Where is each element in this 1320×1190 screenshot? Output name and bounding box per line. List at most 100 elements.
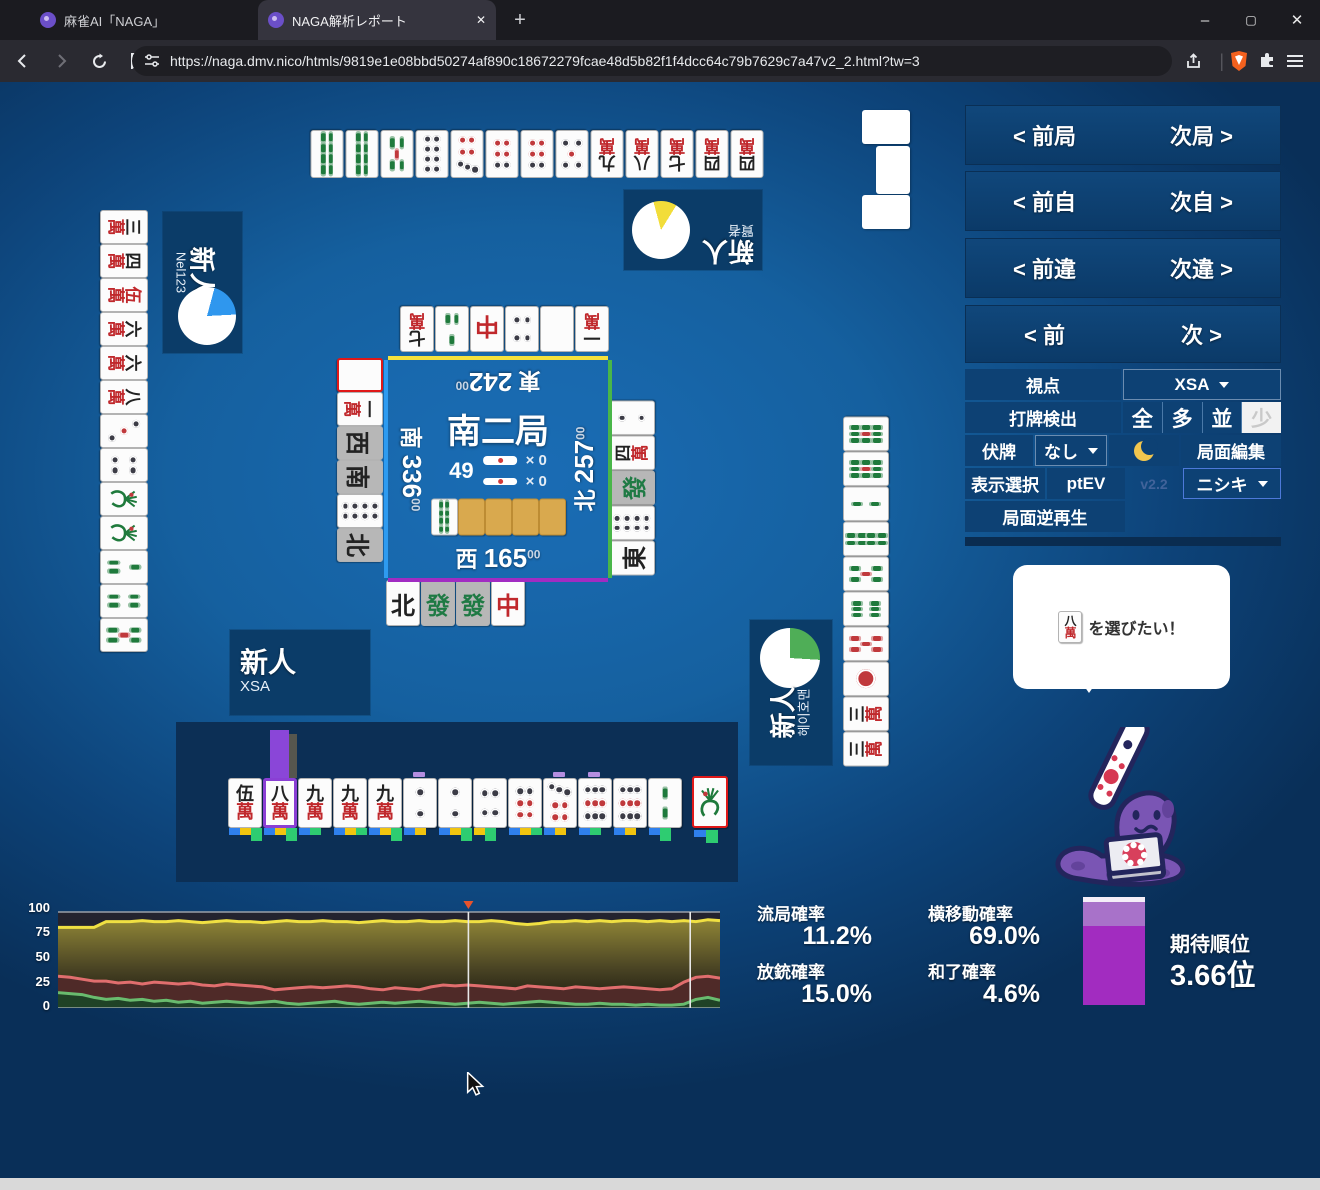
site-settings-icon[interactable] [144, 53, 160, 69]
stat-value: 15.0% [801, 980, 872, 1008]
tile-5m[interactable]: 伍萬 [228, 778, 262, 828]
tab-close-icon[interactable]: ✕ [476, 13, 486, 27]
tab-naga-report[interactable]: NAGA解析レポート ✕ [258, 0, 496, 40]
tile-slot: 四萬 [730, 130, 763, 178]
tile-slot[interactable] [613, 778, 647, 828]
tile-6p[interactable] [508, 778, 542, 828]
kyokumen-edit-button[interactable]: 局面編集 [1181, 435, 1281, 466]
timeline-scrollbar[interactable] [965, 537, 1281, 546]
minimize-button[interactable]: – [1182, 12, 1228, 29]
tile-3m: 三萬 [100, 210, 148, 244]
share-icon[interactable] [1180, 48, 1206, 74]
dahai-option-normal[interactable]: 並 [1201, 402, 1242, 433]
y-tick: 50 [35, 949, 50, 964]
dahai-option-few[interactable]: 少 [1241, 402, 1281, 433]
display-value-button[interactable]: ptEV [1047, 468, 1125, 499]
tile-4p[interactable] [473, 778, 507, 828]
tile-slot[interactable] [438, 778, 472, 828]
nav-row-kyoku: < 前局 次局 > [965, 105, 1281, 165]
new-tab-button[interactable]: + [505, 0, 535, 40]
back-icon[interactable] [10, 48, 36, 74]
tile-9m[interactable]: 九萬 [298, 778, 332, 828]
tile-9m[interactable]: 九萬 [368, 778, 402, 828]
tile-C: 中 [491, 580, 525, 626]
forward-icon[interactable] [48, 48, 74, 74]
prev-kyoku-button[interactable]: < 前局 [966, 119, 1123, 151]
next-jibun-button[interactable]: 次自 > [1123, 185, 1280, 217]
model-select[interactable]: ニシキ [1183, 468, 1281, 499]
tile-slot [538, 498, 566, 535]
dahai-option-all[interactable]: 全 [1123, 402, 1162, 433]
tile-3m: 三萬 [843, 731, 889, 766]
hand-left: 三萬四萬伍萬六萬六萬八萬 [100, 210, 148, 652]
next-kyoku-button[interactable]: 次局 > [1123, 119, 1280, 151]
dahai-option-many[interactable]: 多 [1161, 402, 1202, 433]
tile-slot [505, 306, 539, 352]
tile-9p[interactable] [613, 778, 647, 828]
tile-P [337, 358, 383, 392]
naga-mascot [1050, 715, 1200, 892]
prev-chigai-button[interactable]: < 前違 [966, 252, 1123, 284]
tile-slot[interactable]: 伍萬 [228, 778, 262, 828]
tile-2s[interactable] [648, 778, 682, 828]
prev-jibun-button[interactable]: < 前自 [966, 185, 1123, 217]
replay-button[interactable]: 局面逆再生 [965, 501, 1125, 532]
viewpoint-select[interactable]: XSA [1123, 369, 1281, 400]
tile-3m: 三萬 [843, 696, 889, 731]
tile-score-bar [544, 828, 566, 835]
naga-favicon [40, 12, 56, 28]
tile-slot[interactable] [543, 778, 577, 828]
tile-7p[interactable] [543, 778, 577, 828]
tile-1s[interactable] [692, 776, 728, 828]
menu-hamburger-icon[interactable] [1282, 48, 1308, 74]
url-bar[interactable]: https://naga.dmv.nico/htmls/9819e1e08bbd… [132, 46, 1172, 76]
tile-slot[interactable] [473, 778, 507, 828]
tile-slot[interactable] [578, 778, 612, 828]
tile-9p[interactable] [578, 778, 612, 828]
prev-button[interactable]: < 前 [966, 318, 1123, 350]
tile-9m[interactable]: 九萬 [333, 778, 367, 828]
player-rank: 新人 [240, 647, 297, 678]
tile-slot[interactable]: 九萬 [298, 778, 332, 828]
tile-slot[interactable]: 九萬 [333, 778, 367, 828]
tile-4s [100, 584, 148, 618]
round-label: 南二局 [447, 413, 549, 451]
close-button[interactable]: ✕ [1274, 11, 1320, 29]
tile-slot[interactable] [508, 778, 542, 828]
tile-8m[interactable]: 八萬 [263, 778, 297, 828]
tile-slot [380, 130, 413, 178]
tile-7p [450, 130, 483, 178]
next-button[interactable]: 次 > [1123, 318, 1280, 350]
tile-score-bar [369, 828, 402, 841]
tile-F: 發 [456, 580, 490, 626]
tile-4m: 四萬 [609, 435, 655, 470]
probability-chart[interactable] [57, 900, 721, 1009]
maximize-button[interactable]: ▢ [1228, 13, 1274, 27]
tile-slot [100, 482, 148, 516]
next-chigai-button[interactable]: 次違 > [1123, 252, 1280, 284]
tab-naga-home[interactable]: 麻雀AI「NAGA」 [40, 0, 240, 40]
brave-shield-icon[interactable] [1226, 48, 1252, 74]
tile-2p[interactable] [403, 778, 437, 828]
version-label: v2.2 [1140, 475, 1168, 492]
tile-8m: 八萬 [100, 380, 148, 414]
tile-slot [843, 486, 889, 521]
tile-slot [555, 130, 588, 178]
tile-slot[interactable] [648, 778, 682, 828]
tile-slot[interactable]: 八萬 [263, 778, 297, 828]
reload-icon[interactable] [86, 48, 112, 74]
tile-score-bar [229, 828, 262, 841]
tile-0s [843, 626, 889, 661]
tile-2p[interactable] [438, 778, 472, 828]
tile-1m: 一萬 [337, 392, 383, 426]
tile-slot[interactable]: 九萬 [368, 778, 402, 828]
tile-slot [843, 521, 889, 556]
score-south: 南 33600 [397, 426, 427, 512]
tile-score-bar [509, 828, 542, 835]
fusehai-select[interactable]: なし [1035, 435, 1107, 466]
tile-slot[interactable] [692, 776, 728, 828]
moon-icon[interactable] [1134, 437, 1158, 461]
tile-slot[interactable] [403, 778, 437, 828]
extensions-puzzle-icon[interactable] [1254, 48, 1280, 74]
bubble-text: を選びたい！ [1088, 621, 1185, 638]
